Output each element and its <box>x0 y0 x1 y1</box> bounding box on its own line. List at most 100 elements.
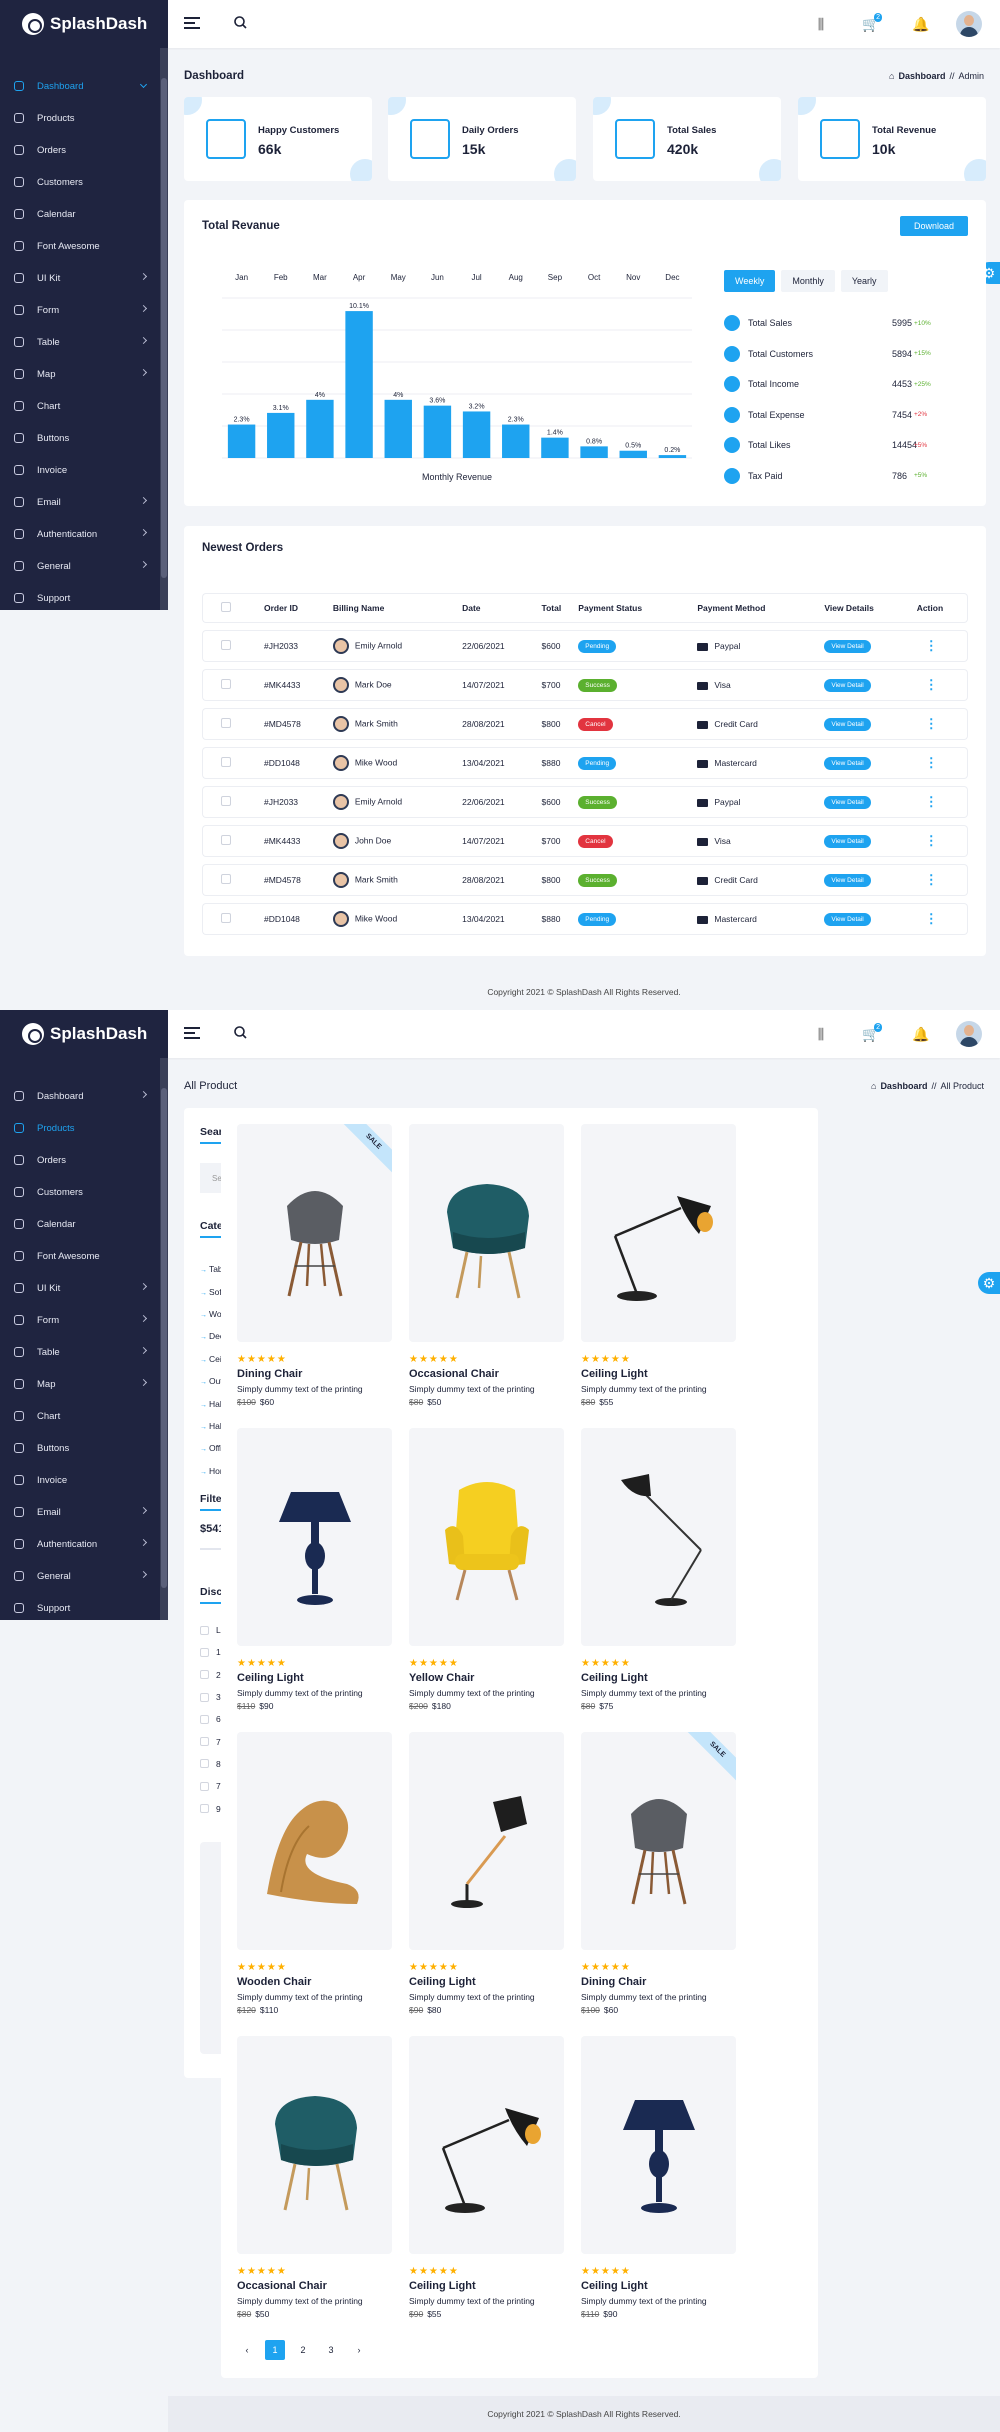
view-detail-button[interactable]: View Detail <box>824 873 871 887</box>
bell-icon[interactable]: 🔔 <box>896 0 946 48</box>
breadcrumb-home[interactable]: Dashboard <box>898 71 945 81</box>
product-image[interactable] <box>409 1732 564 1950</box>
page-1-button[interactable]: 1 <box>265 2340 285 2360</box>
product-name[interactable]: Wooden Chair <box>237 1976 392 1988</box>
product-image[interactable] <box>409 1124 564 1342</box>
table-row[interactable]: #DD1048 Mike Wood 13/04/2021 $880 Pending Mas… <box>202 747 968 779</box>
table-row[interactable]: #MK4433 Mark Doe 14/07/2021 $700 Success Visa… <box>202 669 968 701</box>
product-name[interactable]: Ceiling Light <box>581 2280 736 2292</box>
sidebar-item-chart[interactable]: Chart <box>0 390 168 422</box>
row-checkbox[interactable] <box>221 718 231 728</box>
prev-page-button[interactable]: ‹ <box>237 2340 257 2360</box>
product-name[interactable]: Dining Chair <box>237 1368 392 1380</box>
row-checkbox[interactable] <box>221 679 231 689</box>
product-name[interactable]: Ceiling Light <box>409 2280 564 2292</box>
breadcrumb-home[interactable]: Dashboard <box>880 1081 927 1091</box>
sidebar-item-buttons[interactable]: Buttons <box>0 1432 168 1464</box>
discount-checkbox[interactable] <box>200 1781 209 1791</box>
product-image[interactable] <box>581 1428 736 1646</box>
view-detail-button[interactable]: View Detail <box>824 717 871 731</box>
sidebar-item-buttons[interactable]: Buttons <box>0 422 168 454</box>
sidebar-item-authentication[interactable]: Authentication <box>0 1528 168 1560</box>
discount-checkbox[interactable] <box>200 1714 209 1724</box>
bar-apr[interactable] <box>345 311 373 458</box>
tab-yearly[interactable]: Yearly <box>840 270 888 292</box>
product-card[interactable]: SALE ★★★★★ Dining Chair Simply dummy text o… <box>237 1124 392 1407</box>
discount-checkbox[interactable] <box>200 1625 209 1635</box>
view-detail-button[interactable]: View Detail <box>824 639 871 653</box>
product-image[interactable] <box>581 2036 736 2254</box>
table-row[interactable]: #MK4433 John Doe 14/07/2021 $700 Cancel Visa V… <box>202 825 968 857</box>
product-image[interactable]: SALE <box>581 1732 736 1950</box>
sidebar-item-ui-kit[interactable]: UI Kit <box>0 1272 168 1304</box>
sidebar-item-invoice[interactable]: Invoice <box>0 1464 168 1496</box>
tab-monthly[interactable]: Monthly <box>781 270 835 292</box>
next-page-button[interactable]: › <box>349 2340 369 2360</box>
more-vertical-icon[interactable]: ⋮ <box>917 833 938 848</box>
view-detail-button[interactable]: View Detail <box>824 912 871 926</box>
row-checkbox[interactable] <box>221 640 231 650</box>
discount-checkbox[interactable] <box>200 1670 209 1680</box>
product-card[interactable]: ★★★★★ Occasional Chair Simply dummy text o… <box>237 2036 392 2319</box>
sidebar-item-map[interactable]: Map <box>0 1368 168 1400</box>
bar-jun[interactable] <box>423 405 452 458</box>
sidebar-item-ui-kit[interactable]: UI Kit <box>0 262 168 294</box>
product-name[interactable]: Ceiling Light <box>409 1976 564 1988</box>
sidebar-item-table[interactable]: Table <box>0 326 168 358</box>
bar-sep[interactable] <box>541 437 569 458</box>
bar-oct[interactable] <box>580 446 608 458</box>
product-card[interactable]: SALE ★★★★★ Dining Chair Simply dummy text o… <box>581 1732 736 2015</box>
product-name[interactable]: Occasional Chair <box>237 2280 392 2292</box>
row-checkbox[interactable] <box>221 757 231 767</box>
sidebar-item-form[interactable]: Form <box>0 1304 168 1336</box>
sidebar-item-email[interactable]: Email <box>0 486 168 518</box>
row-checkbox[interactable] <box>221 913 231 923</box>
sidebar-item-products[interactable]: Products <box>0 102 168 134</box>
row-checkbox[interactable] <box>221 835 231 845</box>
bar-aug[interactable] <box>502 424 530 458</box>
view-detail-button[interactable]: View Detail <box>824 756 871 770</box>
brand-logo[interactable]: SplashDash <box>0 1010 168 1058</box>
more-vertical-icon[interactable]: ⋮ <box>917 638 938 653</box>
discount-checkbox[interactable] <box>200 1737 209 1747</box>
view-detail-button[interactable]: View Detail <box>824 795 871 809</box>
product-image[interactable] <box>237 1428 392 1646</box>
product-card[interactable]: ★★★★★ Occasional Chair Simply dummy text o… <box>409 1124 564 1407</box>
download-button[interactable]: Download <box>900 216 968 236</box>
product-image[interactable] <box>581 1124 736 1342</box>
product-image[interactable] <box>409 1428 564 1646</box>
product-image[interactable] <box>237 2036 392 2254</box>
sidebar-item-calendar[interactable]: Calendar <box>0 198 168 230</box>
more-vertical-icon[interactable]: ⋮ <box>917 716 938 731</box>
bar-feb[interactable] <box>267 412 295 458</box>
product-card[interactable]: ★★★★★ Ceiling Light Simply dummy text of t… <box>581 1428 736 1711</box>
sidebar-item-calendar[interactable]: Calendar <box>0 1208 168 1240</box>
sidebar-item-orders[interactable]: Orders <box>0 1144 168 1176</box>
sidebar-item-font-awesome[interactable]: Font Awesome <box>0 1240 168 1272</box>
sidebar-item-general[interactable]: General <box>0 1560 168 1592</box>
sidebar-item-email[interactable]: Email <box>0 1496 168 1528</box>
bell-icon[interactable]: 🔔 <box>896 1010 946 1058</box>
menu-toggle-icon[interactable] <box>184 17 200 29</box>
table-row[interactable]: #DD1048 Mike Wood 13/04/2021 $880 Pending Mas… <box>202 903 968 935</box>
product-name[interactable]: Occasional Chair <box>409 1368 564 1380</box>
more-vertical-icon[interactable]: ⋮ <box>917 794 938 809</box>
more-vertical-icon[interactable]: ⋮ <box>917 755 938 770</box>
product-card[interactable]: ★★★★★ Ceiling Light Simply dummy text of t… <box>409 1732 564 2015</box>
sidebar-item-orders[interactable]: Orders <box>0 134 168 166</box>
more-vertical-icon[interactable]: ⋮ <box>917 677 938 692</box>
product-image[interactable] <box>409 2036 564 2254</box>
sliders-icon[interactable]: ⫼ <box>796 1010 846 1058</box>
sidebar-item-customers[interactable]: Customers <box>0 166 168 198</box>
select-all-checkbox[interactable] <box>221 602 231 612</box>
product-image[interactable]: SALE <box>237 1124 392 1342</box>
product-card[interactable]: ★★★★★ Ceiling Light Simply dummy text of t… <box>581 1124 736 1407</box>
table-row[interactable]: #MD4578 Mark Smith 28/08/2021 $800 Success Cr… <box>202 864 968 896</box>
tab-weekly[interactable]: Weekly <box>724 270 776 292</box>
discount-checkbox[interactable] <box>200 1804 209 1814</box>
brand-logo[interactable]: SplashDash <box>0 0 168 48</box>
menu-toggle-icon[interactable] <box>184 1027 200 1039</box>
sidebar-item-form[interactable]: Form <box>0 294 168 326</box>
product-name[interactable]: Yellow Chair <box>409 1672 564 1684</box>
sidebar-item-products[interactable]: Products <box>0 1112 168 1144</box>
